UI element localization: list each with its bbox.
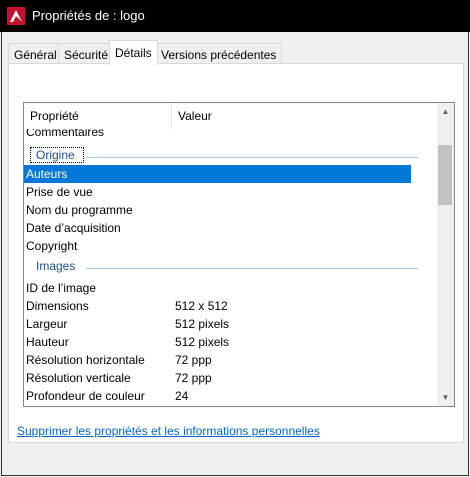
property-name: Largeur bbox=[26, 317, 68, 331]
tab-general[interactable]: Général bbox=[8, 43, 63, 64]
tab-security[interactable]: Sécurité bbox=[58, 43, 115, 64]
list-item-image-id[interactable]: ID de l’image bbox=[24, 279, 411, 297]
property-name: Copyright bbox=[26, 239, 78, 253]
scrollbar-thumb[interactable] bbox=[438, 145, 452, 205]
column-header-value[interactable]: Valeur bbox=[172, 103, 436, 129]
property-value: 512 pixels bbox=[175, 317, 230, 331]
app-icon bbox=[7, 7, 25, 25]
property-name: Auteurs bbox=[26, 167, 68, 181]
list-item-vertical-resolution[interactable]: Résolution verticale 72 ppp bbox=[24, 369, 411, 387]
list-item-copyright[interactable]: Copyright bbox=[24, 237, 411, 255]
properties-rows: Commentaires Origine Auteurs Prise de vu… bbox=[24, 103, 436, 406]
property-name: Prise de vue bbox=[26, 185, 93, 199]
property-name: Résolution horizontale bbox=[26, 353, 145, 367]
property-name: Nom du programme bbox=[26, 203, 133, 217]
group-label: Origine bbox=[33, 148, 78, 162]
tab-details[interactable]: Détails bbox=[109, 40, 158, 65]
vertical-scrollbar[interactable]: ▲ ▼ bbox=[437, 103, 454, 406]
property-value: 512 x 512 bbox=[175, 299, 228, 313]
list-item-width[interactable]: Largeur 512 pixels bbox=[24, 315, 411, 333]
group-header-images[interactable]: Images bbox=[24, 258, 436, 276]
remove-properties-link[interactable]: Supprimer les propriétés et les informat… bbox=[17, 424, 320, 438]
property-value: 24 bbox=[175, 389, 189, 403]
list-item-horizontal-resolution[interactable]: Résolution horizontale 72 ppp bbox=[24, 351, 411, 369]
property-value: 72 ppp bbox=[175, 353, 212, 367]
properties-list[interactable]: Commentaires Origine Auteurs Prise de vu… bbox=[23, 102, 455, 407]
dialog-body: Général Sécurité Détails Versions précéd… bbox=[1, 32, 469, 476]
list-item-taken[interactable]: Prise de vue bbox=[24, 183, 411, 201]
property-name: Date d’acquisition bbox=[26, 221, 121, 235]
scroll-up-arrow-icon[interactable]: ▲ bbox=[437, 103, 454, 120]
property-value: 512 pixels bbox=[175, 335, 230, 349]
property-name: ID de l’image bbox=[26, 281, 97, 295]
property-value: 72 ppp bbox=[175, 371, 212, 385]
list-item-program-name[interactable]: Nom du programme bbox=[24, 201, 411, 219]
list-item-authors[interactable]: Auteurs bbox=[24, 165, 411, 183]
list-item-bit-depth[interactable]: Profondeur de couleur 24 bbox=[24, 387, 411, 405]
scroll-down-arrow-icon[interactable]: ▼ bbox=[437, 389, 454, 406]
group-label: Images bbox=[33, 259, 79, 273]
window-title: Propriétés de : logo bbox=[32, 8, 145, 23]
title-bar[interactable]: Propriétés de : logo bbox=[0, 0, 470, 32]
property-name: Hauteur bbox=[26, 335, 69, 349]
column-header-property[interactable]: Propriété bbox=[24, 103, 172, 129]
group-divider bbox=[86, 268, 418, 269]
group-header-origin[interactable]: Origine bbox=[24, 147, 436, 165]
list-item-dimensions[interactable]: Dimensions 512 x 512 bbox=[24, 297, 411, 315]
property-name: Résolution verticale bbox=[26, 371, 131, 385]
group-divider bbox=[86, 157, 418, 158]
list-item-acquired-date[interactable]: Date d’acquisition bbox=[24, 219, 411, 237]
tab-previous-versions[interactable]: Versions précédentes bbox=[155, 43, 283, 64]
list-item-height[interactable]: Hauteur 512 pixels bbox=[24, 333, 411, 351]
details-panel: Commentaires Origine Auteurs Prise de vu… bbox=[8, 63, 464, 443]
property-name: Profondeur de couleur bbox=[26, 389, 145, 403]
property-name: Dimensions bbox=[26, 299, 89, 313]
list-header: Propriété Valeur bbox=[24, 103, 436, 129]
